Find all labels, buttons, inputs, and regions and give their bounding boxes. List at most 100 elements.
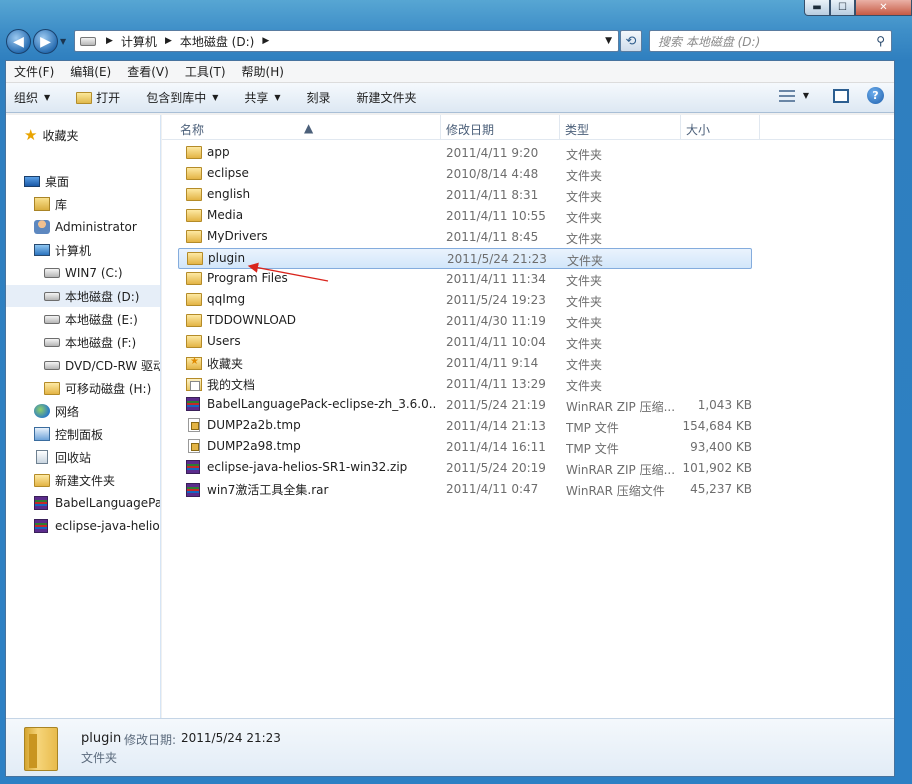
column-divider[interactable] bbox=[759, 115, 760, 139]
search-icon[interactable]: ⚲ bbox=[876, 34, 885, 48]
file-list-pane: ▲ 名称 修改日期 类型 大小 app 2011/4/11 9:20 文件夹 ecli… bbox=[162, 115, 894, 718]
nav-administrator[interactable]: Administrator bbox=[34, 216, 137, 238]
breadcrumb-separator-icon[interactable]: ▶ bbox=[165, 36, 172, 46]
minimize-button[interactable]: ▬ bbox=[804, 0, 830, 16]
nav-control-panel-label: 控制面板 bbox=[55, 427, 104, 442]
back-button[interactable]: ◀ bbox=[6, 29, 31, 54]
file-type: 文件夹 bbox=[566, 274, 603, 288]
address-bar[interactable]: ▶ 计算机 ▶ 本地磁盘 (D:) ▶ ▼ bbox=[74, 30, 619, 52]
column-header-name[interactable]: 名称 bbox=[180, 121, 204, 138]
chevron-down-icon[interactable]: ▼ bbox=[803, 91, 809, 100]
file-row[interactable]: Users 2011/4/11 10:04 文件夹 bbox=[178, 332, 752, 353]
view-options-icon[interactable] bbox=[778, 89, 795, 102]
details-item-name: plugin bbox=[81, 731, 122, 746]
file-size: 101,902 KB bbox=[682, 461, 752, 475]
breadcrumb-separator-icon[interactable]: ▶ bbox=[106, 36, 113, 46]
nav-removable-drive[interactable]: 可移动磁盘 (H:) bbox=[44, 377, 151, 399]
include-in-library-button[interactable]: 包含到库中 ▼ bbox=[146, 89, 218, 106]
file-type: 文件夹 bbox=[566, 148, 603, 162]
file-name-cell: eclipse bbox=[186, 166, 436, 180]
nav-control-panel[interactable]: 控制面板 bbox=[34, 423, 103, 445]
nav-recycle-bin-label: 回收站 bbox=[55, 450, 92, 465]
nav-drive-e[interactable]: 本地磁盘 (E:) bbox=[44, 308, 138, 330]
file-name-cell: MyDrivers bbox=[186, 229, 436, 243]
open-button[interactable]: 打开 bbox=[76, 89, 120, 106]
burn-button[interactable]: 刻录 bbox=[307, 89, 331, 106]
file-row[interactable]: app 2011/4/11 9:20 文件夹 bbox=[178, 143, 752, 164]
file-date: 2011/5/24 20:19 bbox=[446, 461, 546, 475]
nav-dvd-drive[interactable]: DVD/CD-RW 驱动 bbox=[44, 354, 160, 376]
file-name: plugin bbox=[208, 251, 246, 265]
winrar-archive-icon bbox=[186, 460, 200, 474]
file-row[interactable]: DUMP2a2b.tmp 2011/4/14 21:13 TMP 文件 154,684… bbox=[178, 416, 752, 437]
share-label: 共享 bbox=[244, 91, 269, 105]
file-name: Program Files bbox=[207, 271, 288, 285]
nav-drive-c[interactable]: WIN7 (C:) bbox=[44, 262, 123, 284]
nav-drive-f[interactable]: 本地磁盘 (F:) bbox=[44, 331, 136, 353]
nav-favorites[interactable]: ★ 收藏夹 bbox=[24, 124, 78, 146]
column-divider[interactable] bbox=[680, 115, 681, 139]
close-button[interactable]: ✕ bbox=[855, 0, 912, 16]
file-date: 2011/4/11 9:20 bbox=[446, 146, 539, 160]
file-row[interactable]: 收藏夹 2011/4/11 9:14 文件夹 bbox=[178, 353, 752, 374]
nav-desktop[interactable]: 桌面 bbox=[24, 170, 69, 192]
preview-pane-icon[interactable] bbox=[833, 88, 849, 103]
menu-tools[interactable]: 工具(T) bbox=[177, 63, 234, 80]
nav-recycle-bin[interactable]: 回收站 bbox=[34, 446, 91, 468]
menu-view[interactable]: 查看(V) bbox=[119, 63, 177, 80]
file-row[interactable]: eclipse 2010/8/14 4:48 文件夹 bbox=[178, 164, 752, 185]
column-header-size[interactable]: 大小 bbox=[686, 121, 710, 138]
column-divider[interactable] bbox=[440, 115, 441, 139]
refresh-button[interactable]: ⟲ bbox=[620, 30, 642, 52]
file-row[interactable]: Media 2011/4/11 10:55 文件夹 bbox=[178, 206, 752, 227]
chevron-down-icon: ▼ bbox=[44, 93, 51, 102]
column-divider[interactable] bbox=[559, 115, 560, 139]
breadcrumb-drive-d[interactable]: 本地磁盘 (D:) bbox=[180, 33, 254, 50]
maximize-button[interactable]: ☐ bbox=[830, 0, 855, 16]
file-row[interactable]: qqImg 2011/5/24 19:23 文件夹 bbox=[178, 290, 752, 311]
nav-network[interactable]: 网络 bbox=[34, 400, 79, 422]
column-header-date[interactable]: 修改日期 bbox=[446, 121, 494, 138]
menu-file[interactable]: 文件(F) bbox=[6, 63, 62, 80]
menu-help[interactable]: 帮助(H) bbox=[234, 63, 292, 80]
nav-eclipse-archive[interactable]: eclipse-java-helios bbox=[34, 515, 160, 537]
breadcrumb-computer[interactable]: 计算机 bbox=[121, 33, 157, 50]
nav-babel-pack[interactable]: BabelLanguagePack bbox=[34, 492, 160, 514]
file-row[interactable]: MyDrivers 2011/4/11 8:45 文件夹 bbox=[178, 227, 752, 248]
file-row[interactable]: TDDOWNLOAD 2011/4/30 11:19 文件夹 bbox=[178, 311, 752, 332]
file-row[interactable]: 我的文档 2011/4/11 13:29 文件夹 bbox=[178, 374, 752, 395]
file-row[interactable]: BabelLanguagePack-eclipse-zh_3.6.0.... 20… bbox=[178, 395, 752, 416]
file-row[interactable]: plugin 2011/5/24 21:23 文件夹 bbox=[178, 248, 752, 269]
winrar-archive-icon bbox=[34, 496, 48, 510]
file-row[interactable]: Program Files 2011/4/11 11:34 文件夹 bbox=[178, 269, 752, 290]
help-icon[interactable]: ? bbox=[867, 87, 884, 104]
file-date: 2011/4/11 13:29 bbox=[446, 377, 546, 391]
arrow-left-icon: ◀ bbox=[13, 33, 24, 50]
nav-babel-pack-label: BabelLanguagePack bbox=[55, 496, 160, 510]
file-row[interactable]: eclipse-java-helios-SR1-win32.zip 2011/5/… bbox=[178, 458, 752, 479]
file-row[interactable]: english 2011/4/11 8:31 文件夹 bbox=[178, 185, 752, 206]
nav-new-folder[interactable]: 新建文件夹 bbox=[34, 469, 115, 491]
share-button[interactable]: 共享 ▼ bbox=[244, 89, 280, 106]
forward-button[interactable]: ▶ bbox=[33, 29, 58, 54]
recent-pages-dropdown-icon[interactable]: ▼ bbox=[60, 37, 66, 46]
dvd-drive-icon bbox=[44, 360, 60, 370]
column-header-type[interactable]: 类型 bbox=[565, 121, 589, 138]
organize-button[interactable]: 组织 ▼ bbox=[14, 89, 50, 106]
menu-edit[interactable]: 编辑(E) bbox=[62, 63, 119, 80]
nav-computer[interactable]: 计算机 bbox=[34, 239, 91, 261]
search-input[interactable]: 搜索 本地磁盘 (D:) ⚲ bbox=[649, 30, 892, 52]
drive-icon bbox=[44, 314, 60, 324]
breadcrumb-separator-icon[interactable]: ▶ bbox=[262, 36, 269, 46]
file-row[interactable]: win7激活工具全集.rar 2011/4/11 0:47 WinRAR 压缩文件 4… bbox=[178, 479, 752, 500]
nav-library[interactable]: 库 bbox=[34, 193, 67, 215]
user-icon bbox=[34, 220, 50, 234]
file-size: 45,237 KB bbox=[690, 482, 752, 496]
new-folder-button[interactable]: 新建文件夹 bbox=[357, 89, 417, 106]
file-row[interactable]: DUMP2a98.tmp 2011/4/14 16:11 TMP 文件 93,400 … bbox=[178, 437, 752, 458]
address-history-dropdown-icon[interactable]: ▼ bbox=[605, 36, 612, 46]
temp-file-icon bbox=[188, 418, 200, 432]
file-name-cell: BabelLanguagePack-eclipse-zh_3.6.0.... bbox=[186, 397, 436, 411]
nav-drive-d[interactable]: 本地磁盘 (D:) bbox=[6, 285, 160, 307]
file-date: 2011/4/14 16:11 bbox=[446, 440, 546, 454]
